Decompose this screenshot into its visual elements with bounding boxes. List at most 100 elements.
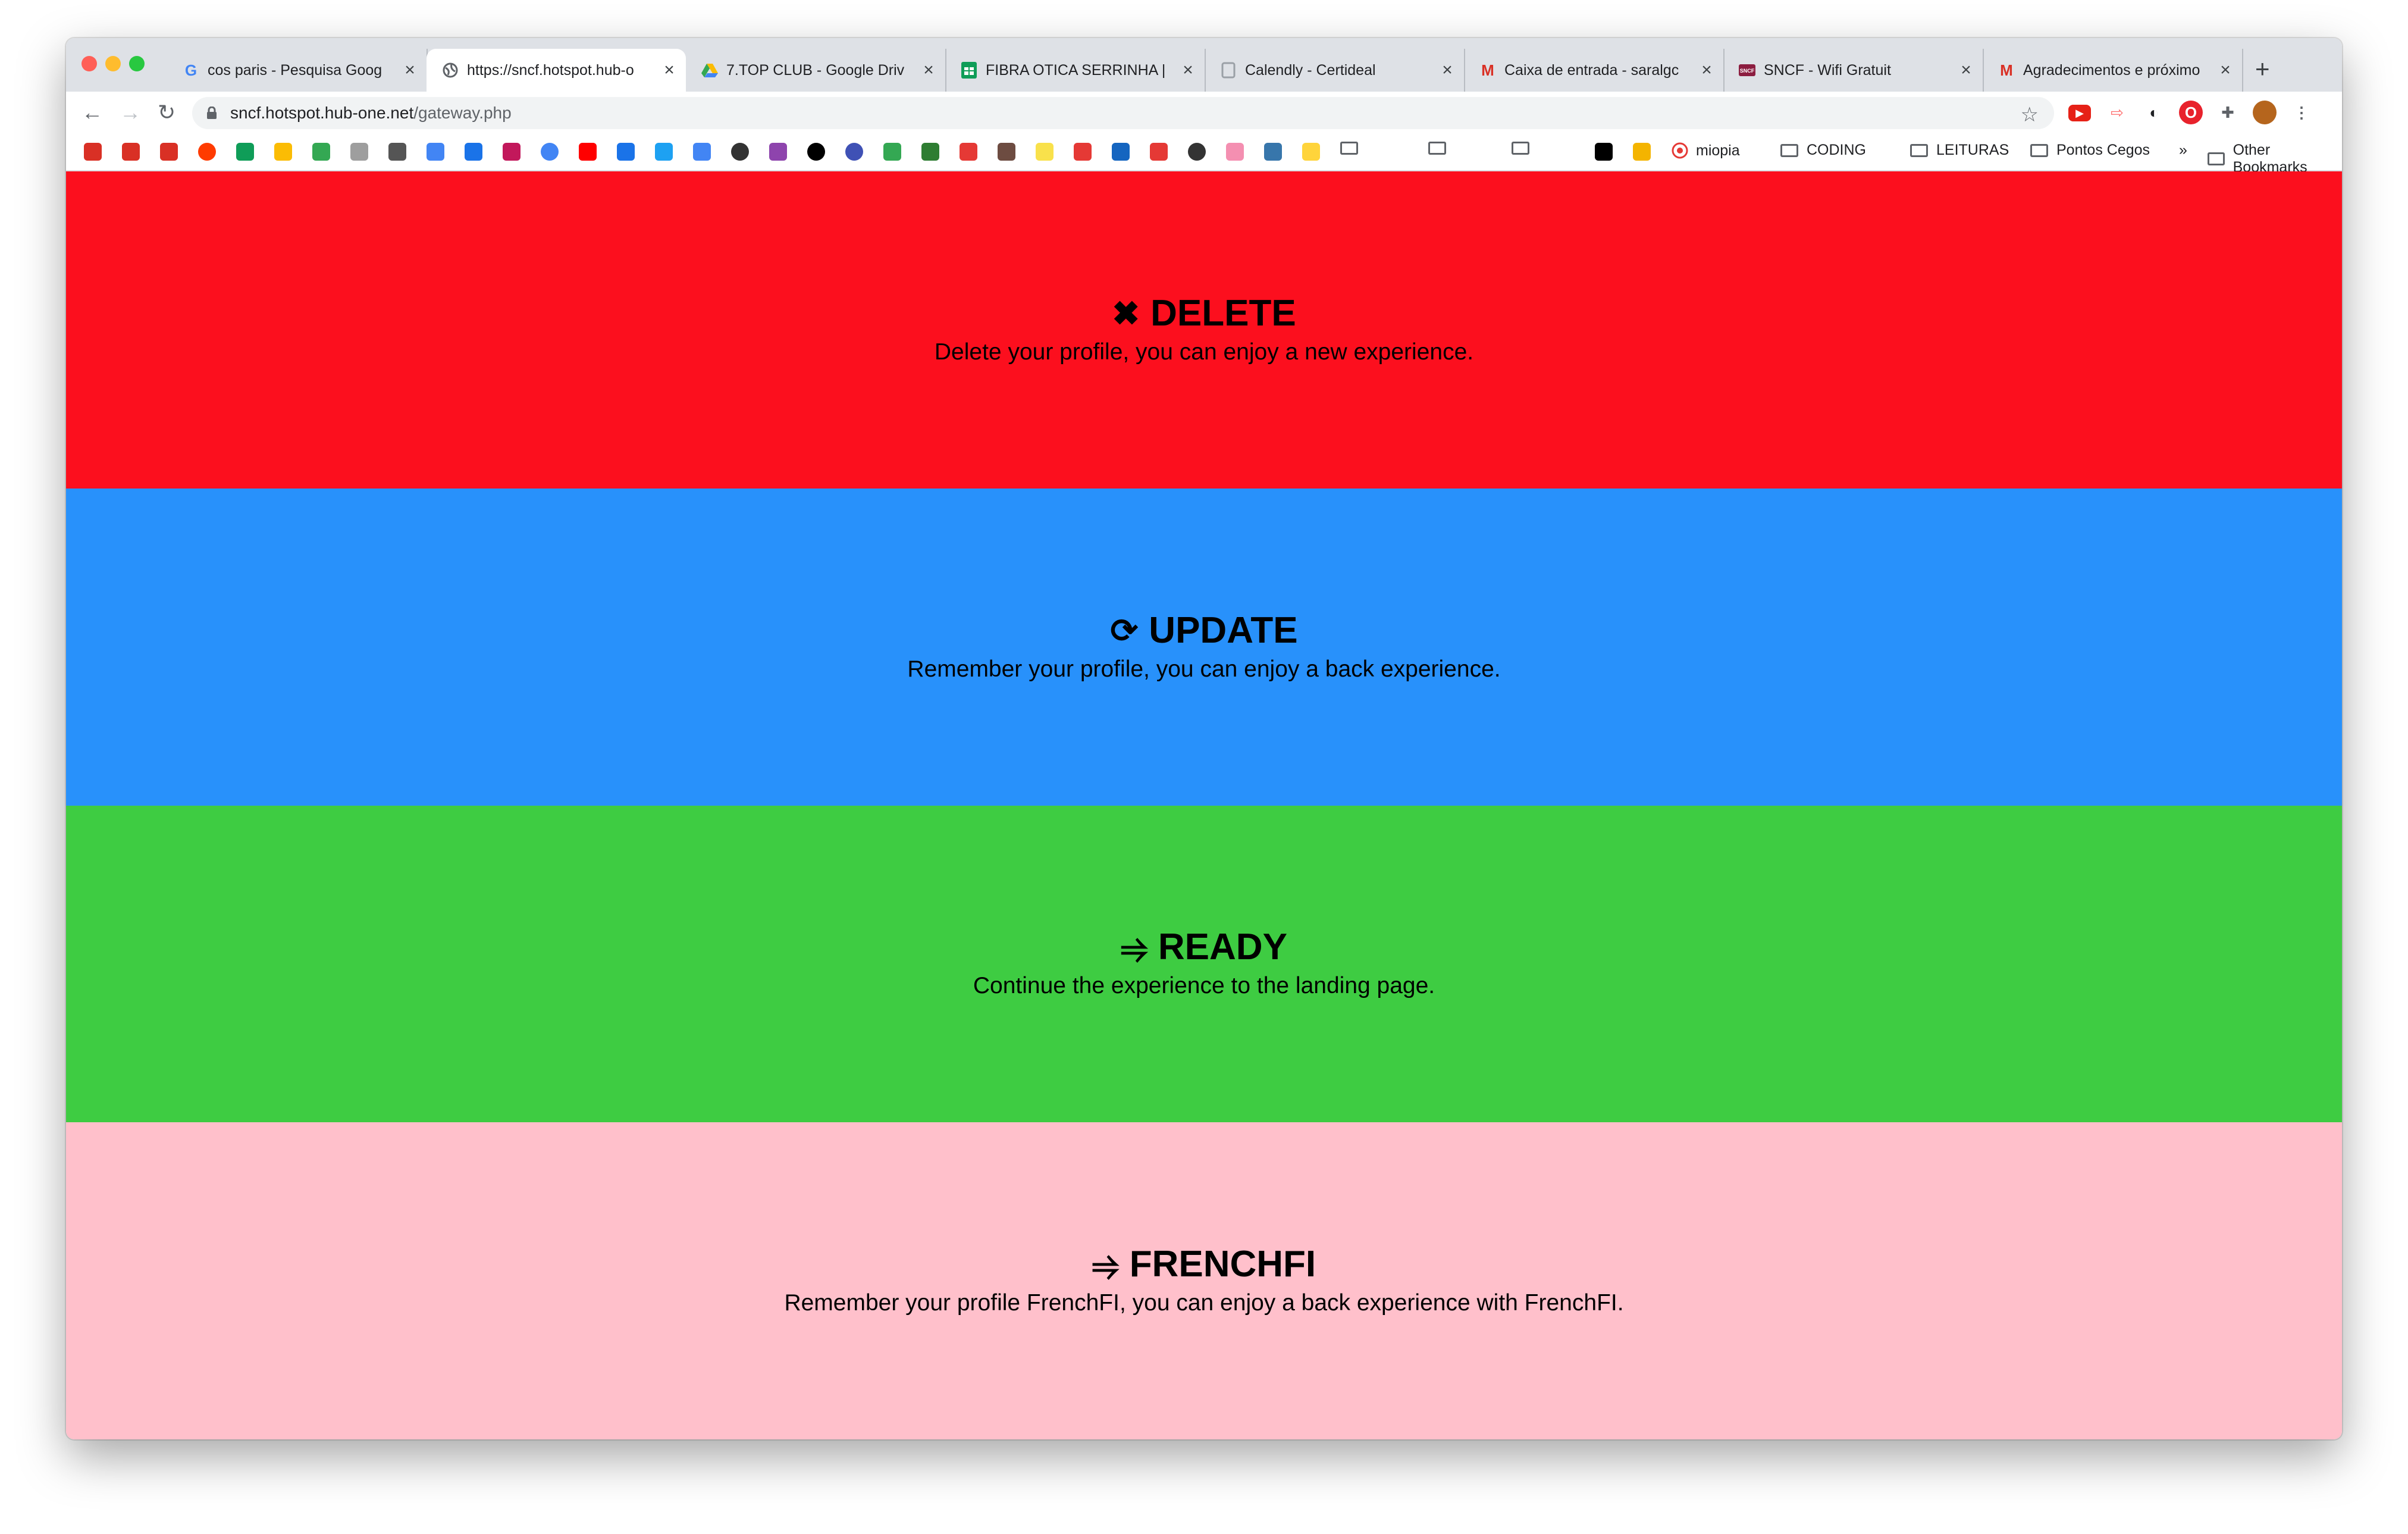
bookmarks-overflow-button[interactable]: » [2179, 142, 2187, 159]
back-icon[interactable]: ← [81, 100, 103, 125]
blocks-bookmark-icon[interactable] [1633, 143, 1651, 161]
translate-bookmark-icon[interactable] [693, 143, 711, 161]
tab-title: SNCF - Wifi Gratuit [1764, 61, 1891, 79]
arrow-extension-icon[interactable]: ⇨ [2105, 101, 2129, 124]
google-bookmark-icon[interactable] [541, 143, 559, 161]
python-bookmark-icon[interactable] [1302, 143, 1320, 161]
close-icon[interactable]: × [917, 60, 940, 80]
reload-icon[interactable]: ↻ [158, 100, 175, 125]
close-icon[interactable]: × [2213, 60, 2237, 80]
frenchfi-panel[interactable]: ⥤ FRENCHFI Remember your profile FrenchF… [66, 1122, 2342, 1439]
stack-bookmark-icon[interactable] [769, 143, 787, 161]
tab-calendly[interactable]: Calendly - Certideal × [1205, 49, 1465, 92]
refresh-icon: ⟳ [1110, 611, 1139, 649]
close-icon[interactable]: × [1176, 60, 1200, 80]
extensions-puzzle-icon[interactable]: ✚ [2216, 101, 2240, 124]
tab-gmail-inbox[interactable]: M Caixa de entrada - saralgc × [1464, 49, 1725, 92]
dark-mode-extension-icon[interactable]: ◐ [2142, 101, 2166, 124]
heart-bookmark-icon[interactable] [1074, 143, 1092, 161]
bank-bookmark-icon[interactable] [1036, 143, 1054, 161]
drive-bookmark-icon[interactable] [312, 143, 330, 161]
close-icon[interactable]: × [1695, 60, 1719, 80]
circle-bookmark-icon[interactable] [845, 143, 863, 161]
close-window-button[interactable] [81, 56, 97, 71]
m-bookmark-icon[interactable] [1595, 143, 1613, 161]
news-bookmark-icon[interactable] [1150, 143, 1168, 161]
bookmark-label: CODING [1807, 142, 1866, 158]
address-bar[interactable]: sncf.hotspot.hub-one.net/gateway.php ☆ [192, 97, 2054, 129]
tab-fibra-otica[interactable]: FIBRA OTICA SERRINHA | × [945, 49, 1206, 92]
folder-icon [2030, 143, 2048, 157]
tab-sncf-wifi[interactable]: SNCF SNCF - Wifi Gratuit × [1723, 49, 1984, 92]
drive-bookmark-icon[interactable] [274, 143, 292, 161]
menu-kebab-icon[interactable]: ⋮ [2290, 101, 2313, 124]
target-icon [1672, 142, 1688, 159]
python-bookmark-icon[interactable] [1264, 143, 1282, 161]
tab-sncf-hotspot[interactable]: https://sncf.hotspot.hub-o × [427, 49, 686, 92]
opera-extension-icon[interactable]: O [2179, 101, 2203, 124]
globe-icon [442, 62, 459, 79]
maximize-window-button[interactable] [129, 56, 145, 71]
update-panel[interactable]: ⟳ UPDATE Remember your profile, you can … [66, 489, 2342, 806]
close-icon[interactable]: × [1954, 60, 1978, 80]
lock-icon [207, 107, 217, 119]
tab-title: Agradecimentos e próximo [2023, 61, 2200, 79]
bookmark-folder-pontos-cegos[interactable]: Pontos Cegos [2030, 142, 2150, 159]
globe-bookmark-icon[interactable] [1188, 143, 1206, 161]
folder-bookmark[interactable] [1340, 142, 1366, 155]
maps-bookmark-icon[interactable] [883, 143, 901, 161]
youtube-bookmark-icon[interactable] [579, 143, 597, 161]
delete-panel[interactable]: ✖ DELETE Delete your profile, you can en… [66, 171, 2342, 489]
bookmark-label: Pontos Cegos [2056, 142, 2150, 158]
tab-gmail-agradecimentos[interactable]: M Agradecimentos e próximo × [1983, 49, 2243, 92]
sheets-bookmark-icon[interactable] [236, 143, 254, 161]
folder-bookmark[interactable] [1428, 142, 1454, 155]
gmail-bookmark-icon[interactable] [122, 143, 140, 161]
google-icon: G [184, 61, 197, 79]
panel-heading: UPDATE [1149, 609, 1298, 651]
calendar-bookmark-icon[interactable] [617, 143, 635, 161]
gmail-icon: M [2000, 61, 2013, 79]
formula-bookmark-icon[interactable] [350, 143, 368, 161]
panel-title: ⥤ FRENCHFI [1092, 1245, 1316, 1283]
mic-bookmark-icon[interactable] [427, 143, 444, 161]
arrow-right-icon: ⥤ [1092, 1245, 1119, 1283]
new-tab-button[interactable]: + [2255, 55, 2270, 83]
delete-icon: ✖ [1112, 294, 1140, 332]
ip-bookmark-icon[interactable] [960, 143, 977, 161]
close-icon[interactable]: × [657, 60, 681, 80]
drive-icon [701, 62, 718, 79]
youtube-extension-icon[interactable]: ▶ [2068, 105, 2091, 121]
puzzle-bookmark-icon[interactable] [465, 143, 482, 161]
f-bookmark-icon[interactable] [1112, 143, 1130, 161]
profile-avatar[interactable] [2253, 101, 2277, 124]
twitter-bookmark-icon[interactable] [655, 143, 673, 161]
close-icon[interactable]: × [1435, 60, 1459, 80]
globe-bookmark-icon[interactable] [731, 143, 749, 161]
spiral-bookmark-icon[interactable] [388, 143, 406, 161]
tab-google-search[interactable]: G cos paris - Pesquisa Goog × [167, 49, 428, 92]
diamond-bookmark-icon[interactable] [921, 143, 939, 161]
bookmark-label: miopia [1696, 142, 1740, 159]
page-content: ✖ DELETE Delete your profile, you can en… [66, 171, 2342, 1439]
bookmark-miopia[interactable]: miopia [1671, 142, 1740, 159]
forward-icon[interactable]: → [120, 100, 141, 125]
alert-bookmark-icon[interactable] [198, 143, 216, 161]
bookmark-star-icon[interactable]: ☆ [2021, 103, 2039, 127]
tab-google-drive[interactable]: 7.TOP CLUB - Google Driv × [686, 49, 946, 92]
gmail-bookmark-icon[interactable] [160, 143, 178, 161]
ready-panel[interactable]: ⥤ READY Continue the experience to the l… [66, 806, 2342, 1122]
close-icon[interactable]: × [398, 60, 422, 80]
gmail-bookmark-icon[interactable] [84, 143, 102, 161]
bookmark-folder-leituras[interactable]: LEITURAS [1910, 142, 2009, 159]
github-bookmark-icon[interactable] [807, 143, 825, 161]
minimize-window-button[interactable] [105, 56, 121, 71]
star-bookmark-icon[interactable] [503, 143, 521, 161]
folder-icon [1340, 142, 1358, 155]
panel-heading: READY [1158, 926, 1287, 968]
crest-bookmark-icon[interactable] [998, 143, 1015, 161]
bookmark-folder-coding[interactable]: CODING [1780, 142, 1866, 159]
folder-bookmark[interactable] [1512, 142, 1538, 155]
drop-bookmark-icon[interactable] [1226, 143, 1244, 161]
sheets-icon [961, 62, 977, 79]
